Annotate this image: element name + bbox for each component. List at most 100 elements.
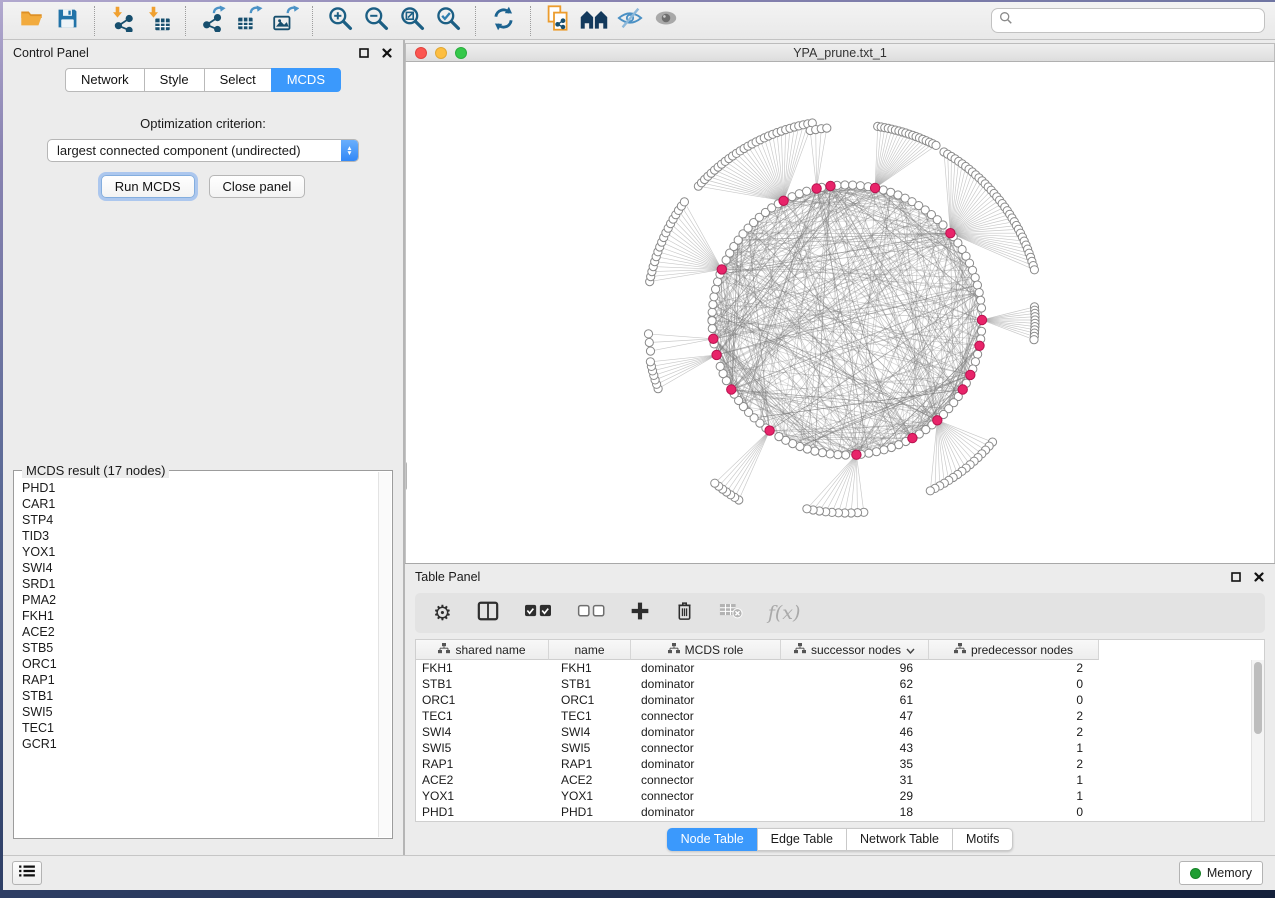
table-row[interactable]: SWI4SWI4dominator462 bbox=[416, 724, 1264, 740]
export-image-icon bbox=[271, 5, 299, 37]
column-header-MCDS-role[interactable]: MCDS role bbox=[631, 640, 781, 660]
tab-node-table[interactable]: Node Table bbox=[667, 828, 758, 851]
optimization-criterion-select[interactable]: largest connected component (undirected)… bbox=[47, 139, 359, 162]
cell-MCDS-role: connector bbox=[631, 789, 781, 803]
result-list-item[interactable]: TEC1 bbox=[22, 720, 372, 736]
column-label: successor nodes bbox=[811, 643, 901, 657]
split-divider-handle[interactable] bbox=[405, 462, 407, 490]
tab-network[interactable]: Network bbox=[65, 68, 145, 92]
column-header-shared-name[interactable]: shared name bbox=[416, 640, 549, 660]
tab-motifs[interactable]: Motifs bbox=[952, 828, 1013, 851]
result-list-item[interactable]: GCR1 bbox=[22, 736, 372, 752]
table-row[interactable]: FKH1FKH1dominator962 bbox=[416, 660, 1264, 676]
delete-column-button[interactable] bbox=[675, 600, 694, 626]
table-row[interactable]: YOX1YOX1connector291 bbox=[416, 788, 1264, 804]
close-panel-button[interactable]: Close panel bbox=[209, 175, 306, 198]
show-columns-button[interactable] bbox=[477, 600, 499, 627]
select-all-button[interactable] bbox=[524, 604, 552, 622]
tab-edge-table[interactable]: Edge Table bbox=[757, 828, 847, 851]
add-column-button[interactable] bbox=[630, 601, 650, 626]
result-list-item[interactable]: RAP1 bbox=[22, 672, 372, 688]
result-list-item[interactable]: STB1 bbox=[22, 688, 372, 704]
toolbar-separator bbox=[530, 6, 531, 36]
cell-MCDS-role: dominator bbox=[631, 693, 781, 707]
result-list-item[interactable]: STP4 bbox=[22, 512, 372, 528]
result-list-item[interactable]: PHD1 bbox=[22, 480, 372, 496]
first-neighbors-button[interactable] bbox=[576, 5, 612, 37]
mcds-result-list: PHD1CAR1STP4TID3YOX1SWI4SRD1PMA2FKH1ACE2… bbox=[17, 474, 377, 836]
zoom-out-button[interactable] bbox=[358, 5, 394, 37]
column-header-name[interactable]: name bbox=[549, 640, 631, 660]
save-session-button[interactable] bbox=[49, 5, 85, 37]
result-list-item[interactable]: CAR1 bbox=[22, 496, 372, 512]
mcds-result-scrollbar[interactable] bbox=[378, 472, 391, 837]
cell-shared-name: SWI5 bbox=[416, 741, 549, 755]
float-panel-icon[interactable] bbox=[1230, 571, 1242, 583]
result-list-item[interactable]: PMA2 bbox=[22, 592, 372, 608]
copy-network-view-button[interactable] bbox=[540, 5, 576, 37]
refresh-view-button[interactable] bbox=[485, 5, 521, 37]
table-row[interactable]: ACE2ACE2connector311 bbox=[416, 772, 1264, 788]
open-session-button[interactable] bbox=[13, 5, 49, 37]
zoom-selected-icon bbox=[435, 5, 462, 37]
hide-selected-button[interactable] bbox=[612, 5, 648, 37]
table-tab-bar: Node TableEdge TableNetwork TableMotifs bbox=[405, 828, 1275, 855]
table-body: FKH1FKH1dominator962STB1STB1dominator620… bbox=[416, 660, 1264, 820]
export-table-button[interactable] bbox=[231, 5, 267, 37]
tab-network-table[interactable]: Network Table bbox=[846, 828, 953, 851]
table-scrollbar[interactable] bbox=[1251, 660, 1264, 821]
export-image-button[interactable] bbox=[267, 5, 303, 37]
search-input[interactable] bbox=[1018, 14, 1257, 28]
tab-select[interactable]: Select bbox=[204, 68, 272, 92]
deselect-all-button[interactable] bbox=[577, 604, 605, 622]
table-options-button[interactable]: ⚙ bbox=[433, 603, 452, 624]
result-list-item[interactable]: SWI4 bbox=[22, 560, 372, 576]
show-all-button[interactable] bbox=[648, 5, 684, 37]
cell-MCDS-role: connector bbox=[631, 709, 781, 723]
table-toolbar: ⚙ f(x) bbox=[415, 593, 1265, 633]
zoom-selected-button[interactable] bbox=[430, 5, 466, 37]
memory-button[interactable]: Memory bbox=[1179, 861, 1263, 885]
result-list-item[interactable]: TID3 bbox=[22, 528, 372, 544]
result-list-item[interactable]: ACE2 bbox=[22, 624, 372, 640]
cell-successor-nodes: 61 bbox=[781, 693, 929, 707]
table-row[interactable]: RAP1RAP1dominator352 bbox=[416, 756, 1264, 772]
column-header-predecessor-nodes[interactable]: predecessor nodes bbox=[929, 640, 1099, 660]
tab-mcds[interactable]: MCDS bbox=[271, 68, 341, 92]
close-panel-icon[interactable] bbox=[1253, 571, 1265, 583]
export-network-button[interactable] bbox=[195, 5, 231, 37]
import-table-button[interactable] bbox=[140, 5, 176, 37]
table-row[interactable]: STB1STB1dominator620 bbox=[416, 676, 1264, 692]
zoom-out-icon bbox=[363, 5, 390, 37]
cell-predecessor-nodes: 2 bbox=[929, 661, 1099, 675]
table-panel: Table Panel ⚙ f(x) s bbox=[405, 564, 1275, 855]
cell-MCDS-role: connector bbox=[631, 773, 781, 787]
result-list-item[interactable]: SWI5 bbox=[22, 704, 372, 720]
close-panel-icon[interactable] bbox=[381, 47, 393, 59]
table-row[interactable]: PHD1PHD1dominator180 bbox=[416, 804, 1264, 820]
panel-list-button[interactable] bbox=[12, 861, 42, 885]
result-list-item[interactable]: YOX1 bbox=[22, 544, 372, 560]
import-network-button[interactable] bbox=[104, 5, 140, 37]
column-header-successor-nodes[interactable]: successor nodes bbox=[781, 640, 929, 660]
run-mcds-button[interactable]: Run MCDS bbox=[101, 175, 195, 198]
result-list-item[interactable]: FKH1 bbox=[22, 608, 372, 624]
cell-successor-nodes: 46 bbox=[781, 725, 929, 739]
search-box[interactable] bbox=[991, 8, 1265, 33]
cell-successor-nodes: 43 bbox=[781, 741, 929, 755]
zoom-in-button[interactable] bbox=[322, 5, 358, 37]
table-row[interactable]: ORC1ORC1dominator610 bbox=[416, 692, 1264, 708]
result-list-item[interactable]: ORC1 bbox=[22, 656, 372, 672]
scrollbar-thumb[interactable] bbox=[1254, 662, 1262, 734]
table-row[interactable]: TEC1TEC1connector472 bbox=[416, 708, 1264, 724]
network-canvas[interactable] bbox=[405, 62, 1275, 563]
cell-shared-name: TEC1 bbox=[416, 709, 549, 723]
zoom-fit-button[interactable] bbox=[394, 5, 430, 37]
tab-style[interactable]: Style bbox=[144, 68, 205, 92]
network-graph[interactable] bbox=[406, 62, 1272, 563]
result-list-item[interactable]: STB5 bbox=[22, 640, 372, 656]
float-panel-icon[interactable] bbox=[358, 47, 370, 59]
result-list-item[interactable]: SRD1 bbox=[22, 576, 372, 592]
optimization-criterion-label: Optimization criterion: bbox=[3, 116, 403, 131]
table-row[interactable]: SWI5SWI5connector431 bbox=[416, 740, 1264, 756]
